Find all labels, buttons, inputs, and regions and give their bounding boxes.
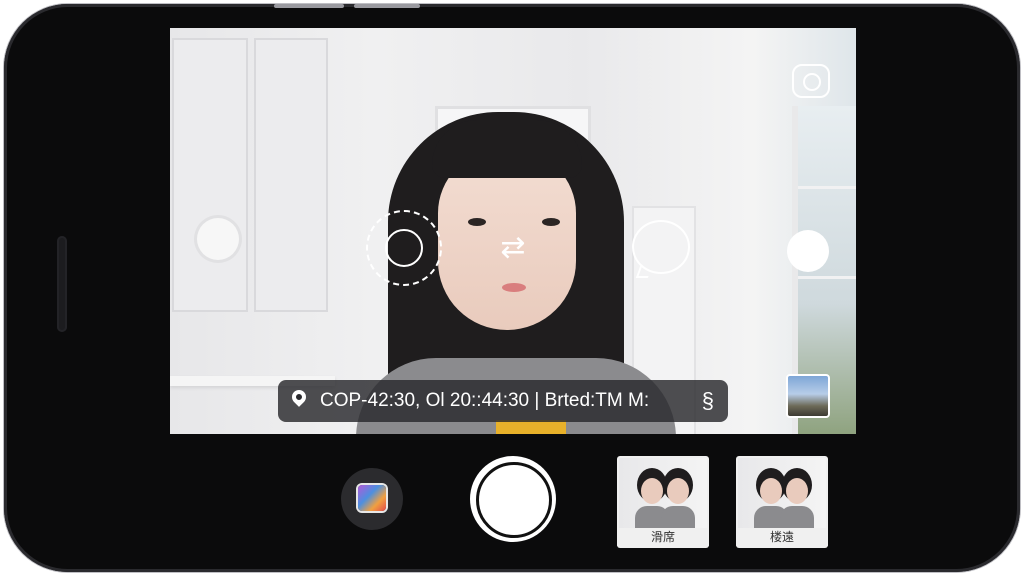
subject-eye: [468, 218, 486, 226]
focus-ring-inner: [385, 229, 423, 267]
wall-panel: [172, 38, 248, 312]
camera-viewfinder[interactable]: ⇄ COP-42:30, Ol 20::44:30 | Brted:TM M: …: [170, 28, 856, 434]
preview-image: [738, 458, 826, 530]
subject-bangs: [432, 120, 582, 178]
gallery-button[interactable]: [341, 468, 403, 530]
speech-bubble-icon[interactable]: [632, 220, 690, 274]
subject-collar: [496, 420, 566, 434]
preview-thumbnail[interactable]: 滑席: [617, 456, 709, 548]
info-trailing-glyph[interactable]: §: [702, 380, 714, 422]
preview-label: 楼遠: [736, 528, 828, 546]
wall-panel: [254, 38, 328, 312]
shutter-button[interactable]: [470, 456, 556, 542]
location-pin-icon: [289, 387, 309, 407]
shutter-inner-ring: [476, 462, 552, 538]
record-dot-icon[interactable]: [787, 230, 829, 272]
focus-ring-icon[interactable]: [366, 210, 442, 286]
preview-thumbnail[interactable]: 楼遠: [736, 456, 828, 548]
preview-label: 滑席: [617, 528, 709, 546]
speaker-grille: [57, 236, 67, 332]
preview-image: [619, 458, 707, 530]
timestamp-text: COP-42:30, Ol 20::44:30 | Brted:TM M:: [320, 390, 650, 411]
location-timestamp-bar[interactable]: COP-42:30, Ol 20::44:30 | Brted:TM M: §: [278, 380, 728, 422]
volume-button: [274, 4, 344, 8]
face-tracking-icon[interactable]: [792, 64, 830, 98]
flip-camera-icon[interactable]: ⇄: [488, 228, 538, 268]
power-button: [354, 4, 420, 8]
gallery-icon: [358, 485, 386, 511]
wall-clock: [197, 218, 239, 260]
subject-eye: [542, 218, 560, 226]
recent-photo-thumbnail[interactable]: [786, 374, 830, 418]
subject-lips: [502, 283, 526, 292]
